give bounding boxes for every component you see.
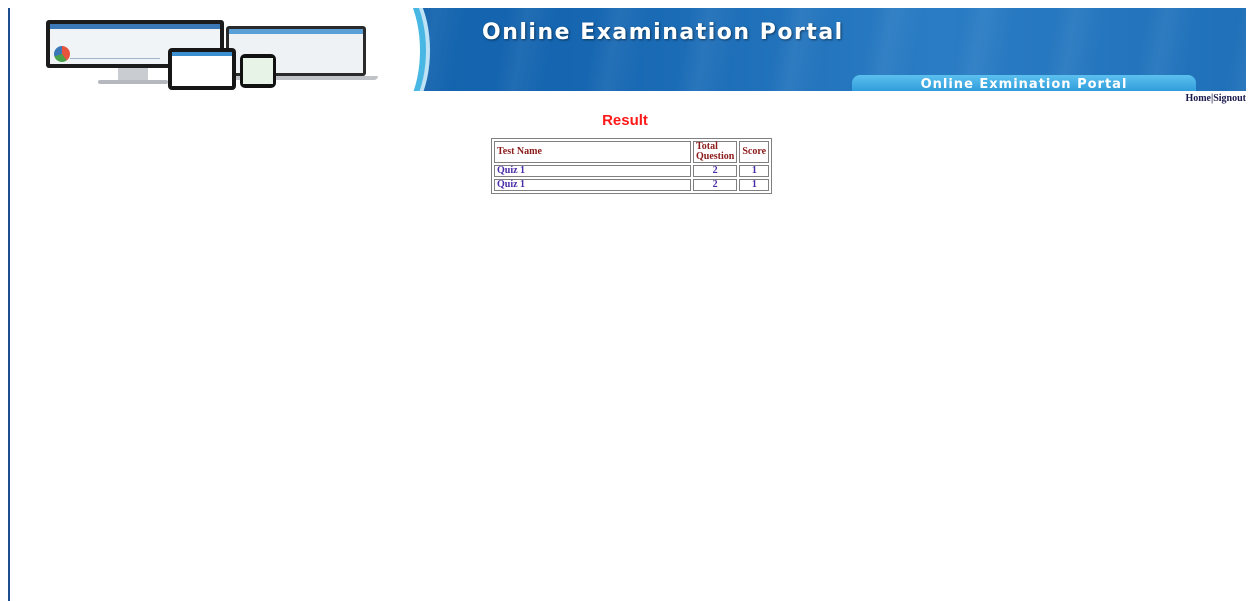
banner-tab: Online Exmination Portal: [852, 75, 1196, 91]
devices-illustration: [40, 20, 380, 91]
page-frame: [8, 8, 1250, 601]
tablet-image: [168, 48, 236, 90]
home-link[interactable]: Home: [1185, 93, 1211, 104]
monitor-stand-base: [98, 80, 168, 84]
cell-test-name: Quiz 1: [494, 179, 691, 191]
signout-link[interactable]: Signout: [1213, 93, 1246, 104]
column-header-score: Score: [739, 141, 770, 163]
banner-title: Online Examination Portal: [482, 20, 844, 45]
column-header-test-name: Test Name: [494, 141, 691, 163]
column-header-total-question: Total Question: [693, 141, 738, 163]
header-banner: Online Examination Portal Online Exminat…: [10, 8, 1246, 91]
phone-image: [240, 54, 276, 88]
result-table: Test Name Total Question Score Quiz 1 2 …: [491, 138, 773, 194]
top-nav: Home|Signout: [1185, 93, 1246, 104]
cell-total-question: 2: [693, 165, 738, 177]
cell-total-question: 2: [693, 179, 738, 191]
cell-score: 1: [739, 165, 770, 177]
table-header-row: Test Name Total Question Score: [494, 141, 770, 163]
cell-test-name: Quiz 1: [494, 165, 691, 177]
table-row: Quiz 1 2 1: [494, 165, 770, 177]
page-title: Result: [602, 112, 648, 129]
monitor-stand: [118, 68, 148, 80]
cell-score: 1: [739, 179, 770, 191]
table-row: Quiz 1 2 1: [494, 179, 770, 191]
